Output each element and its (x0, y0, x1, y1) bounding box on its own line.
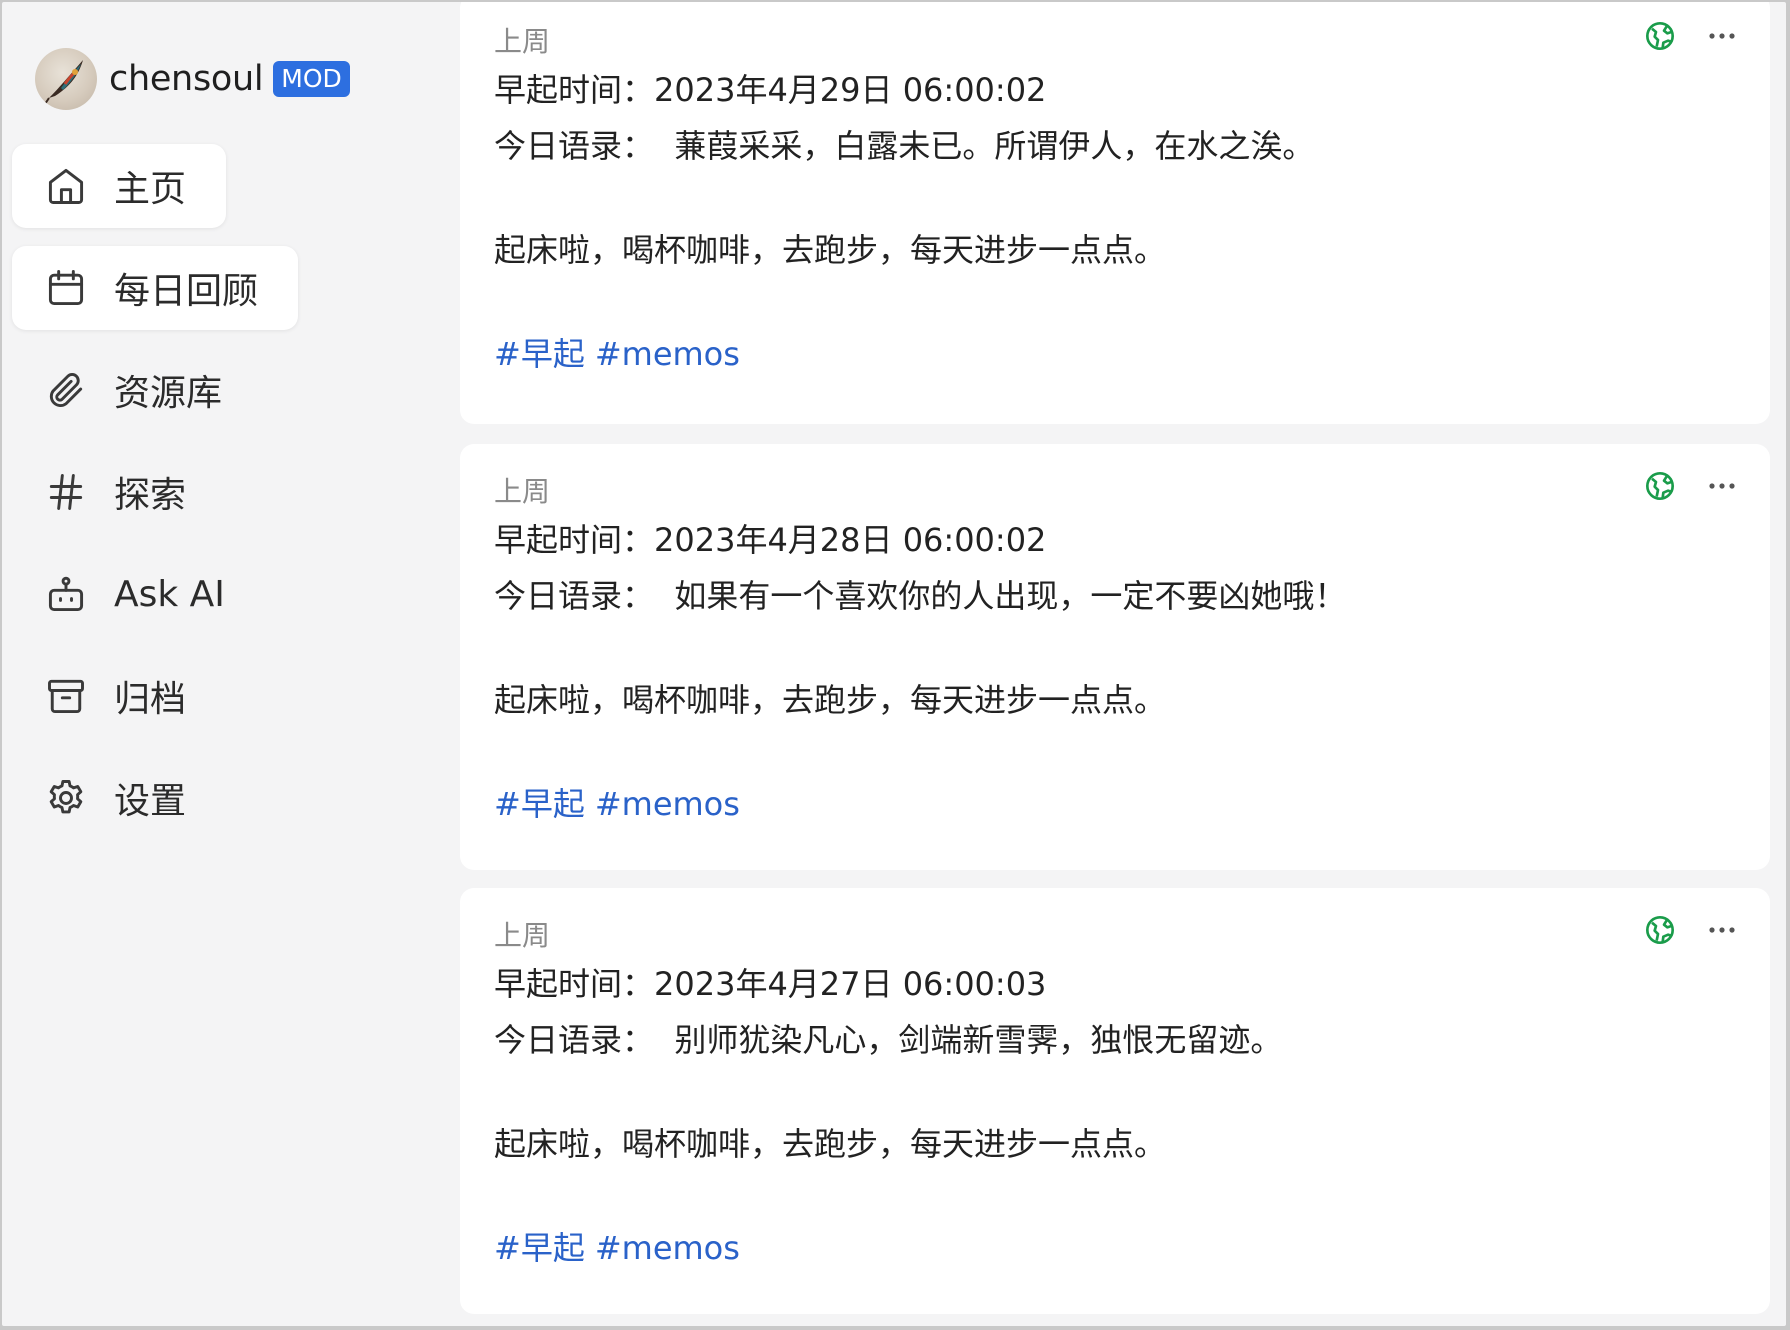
memo-quote-line: 今日语录： 蒹葭采采，白露未已。所谓伊人，在水之涘。 (494, 127, 1315, 165)
tag-link[interactable]: #早起 (494, 335, 585, 373)
calendar-icon (44, 266, 88, 310)
memo-time: 上周 (494, 25, 551, 58)
memo-card: 上周 早起时间：2023年4月28日 06:00:02 今日语录： 如果有一个喜… (460, 444, 1770, 870)
sidebar-item-label: Ask AI (114, 573, 225, 615)
memo-card: 上周 早起时间：2023年4月29日 06:00:02 今日语录： 蒹葭采采，白… (460, 2, 1770, 424)
memo-body-line: 起床啦，喝杯咖啡，去跑步，每天进步一点点。 (494, 1125, 1167, 1163)
sidebar-item-ask-ai[interactable]: Ask AI (12, 552, 265, 636)
paperclip-icon (44, 368, 88, 412)
memo-tags: #早起 #memos (494, 1220, 1736, 1276)
archive-icon (44, 674, 88, 718)
memo-actions (1644, 470, 1736, 502)
avatar[interactable] (35, 48, 97, 110)
sidebar: chensoul MOD 主页 每日回顾 资源库 探索 Ask AI 归档 设置 (2, 2, 442, 1326)
memo-time: 上周 (494, 475, 551, 508)
more-icon[interactable] (1708, 32, 1736, 40)
memo-wake-line: 早起时间：2023年4月29日 06:00:02 (494, 71, 1047, 109)
memo-quote-line: 今日语录： 如果有一个喜欢你的人出现，一定不要凶她哦！ (494, 577, 1347, 615)
sidebar-item-home[interactable]: 主页 (12, 144, 227, 228)
memo-actions (1644, 914, 1736, 946)
memo-wake-line: 早起时间：2023年4月27日 06:00:03 (494, 965, 1047, 1003)
memo-body-line: 起床啦，喝杯咖啡，去跑步，每天进步一点点。 (494, 231, 1167, 269)
sidebar-item-resources[interactable]: 资源库 (12, 348, 262, 432)
sidebar-item-archive[interactable]: 归档 (12, 654, 226, 738)
sidebar-item-settings[interactable]: 设置 (12, 756, 226, 840)
memo-card: 上周 早起时间：2023年4月27日 06:00:03 今日语录： 别师犹染凡心… (460, 888, 1770, 1314)
sidebar-item-label: 资源库 (114, 373, 223, 414)
more-icon[interactable] (1708, 926, 1736, 934)
globe-icon[interactable] (1644, 20, 1676, 52)
memo-tags: #早起 #memos (494, 776, 1736, 832)
globe-icon[interactable] (1644, 914, 1676, 946)
memo-actions (1644, 20, 1736, 52)
hash-icon (44, 470, 88, 514)
user-profile[interactable]: chensoul MOD (35, 48, 350, 110)
memo-wake-line: 早起时间：2023年4月28日 06:00:02 (494, 521, 1047, 559)
role-badge: MOD (273, 61, 350, 97)
sidebar-item-daily-review[interactable]: 每日回顾 (12, 246, 299, 330)
tag-link[interactable]: #早起 (494, 785, 585, 823)
gear-icon (44, 776, 88, 820)
sidebar-item-label: 主页 (114, 169, 187, 210)
home-icon (44, 164, 88, 208)
app-window: chensoul MOD 主页 每日回顾 资源库 探索 Ask AI 归档 设置… (2, 2, 1786, 1326)
robot-icon (44, 572, 88, 616)
sidebar-item-label: 设置 (114, 781, 187, 822)
globe-icon[interactable] (1644, 470, 1676, 502)
memo-body-line: 起床啦，喝杯咖啡，去跑步，每天进步一点点。 (494, 681, 1167, 719)
tag-link[interactable]: #memos (595, 1229, 740, 1267)
sidebar-item-label: 归档 (114, 679, 187, 720)
tag-link[interactable]: #memos (595, 335, 740, 373)
tag-link[interactable]: #早起 (494, 1229, 585, 1267)
sidebar-item-explore[interactable]: 探索 (12, 450, 226, 534)
sidebar-item-label: 每日回顾 (114, 271, 259, 312)
more-icon[interactable] (1708, 482, 1736, 490)
memo-time: 上周 (494, 919, 551, 952)
sidebar-item-label: 探索 (114, 475, 187, 516)
username: chensoul (109, 59, 264, 99)
tag-link[interactable]: #memos (595, 785, 740, 823)
memo-tags: #早起 #memos (494, 326, 1736, 382)
memo-quote-line: 今日语录： 别师犹染凡心，剑端新雪霁，独恨无留迹。 (494, 1021, 1283, 1059)
sidebar-nav: 主页 每日回顾 资源库 探索 Ask AI 归档 设置 (12, 144, 299, 858)
